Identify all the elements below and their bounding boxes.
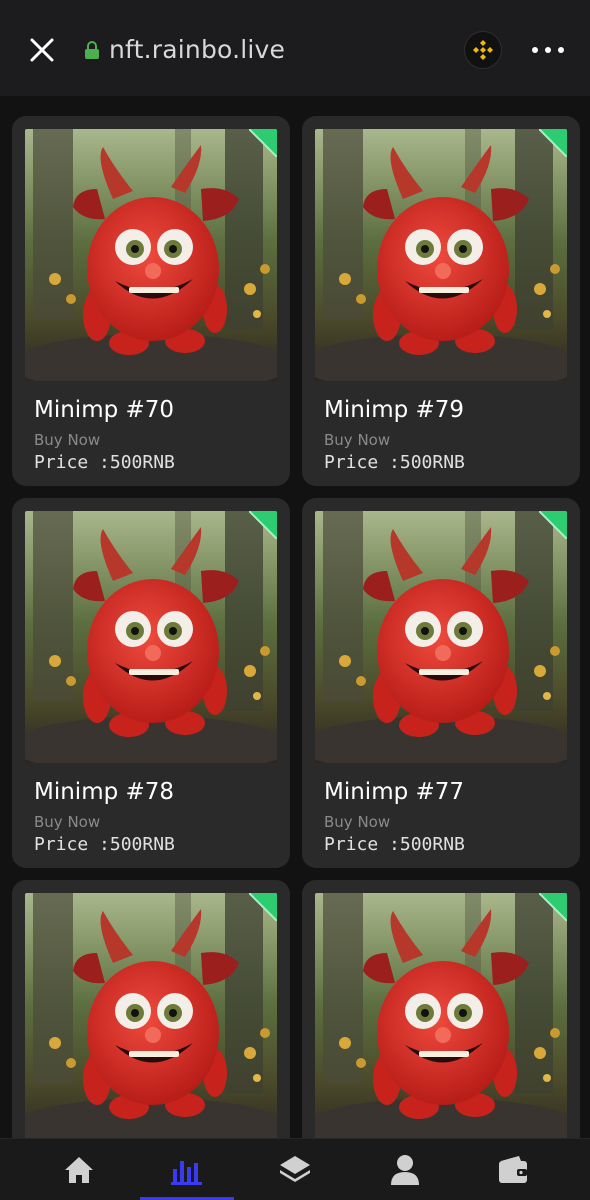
browser-toolbar: nft.rainbo.live [0,0,590,96]
home-icon[interactable] [20,1139,138,1200]
menu-dot [558,47,564,53]
buy-now-label[interactable]: Buy Now [324,431,390,449]
buy-now-label[interactable]: Buy Now [34,813,100,831]
nft-title: Minimp #70 [34,397,175,423]
bottom-navigation [0,1138,590,1200]
wallet-icon[interactable] [454,1139,572,1200]
nft-image[interactable] [315,511,567,763]
menu-dot [532,47,538,53]
nft-image[interactable] [315,893,567,1138]
user-icon[interactable] [346,1139,464,1200]
corner-badge-icon [539,893,567,921]
nft-card[interactable]: Minimp #78 Buy Now Price :500RNB [12,498,290,868]
nft-card[interactable]: Minimp #77 Buy Now Price :500RNB [302,498,580,868]
close-icon[interactable] [24,32,60,68]
nft-title: Minimp #79 [324,397,465,423]
nft-price: Price :500RNB [324,834,465,855]
corner-badge-icon [249,511,277,539]
nft-price: Price :500RNB [324,452,465,473]
corner-badge-icon [539,511,567,539]
buy-now-label[interactable]: Buy Now [324,813,390,831]
buy-now-label[interactable]: Buy Now [34,431,100,449]
nft-card[interactable]: Minimp #79 Buy Now Price :500RNB [302,116,580,486]
layers-icon[interactable] [236,1139,354,1200]
corner-badge-icon [249,129,277,157]
nft-price: Price :500RNB [34,834,175,855]
nft-title: Minimp #78 [34,779,175,805]
menu-dot [545,47,551,53]
nft-card[interactable] [302,880,580,1138]
nft-card[interactable] [12,880,290,1138]
nft-image[interactable] [315,129,567,381]
corner-badge-icon [249,893,277,921]
corner-badge-icon [539,129,567,157]
bnb-icon[interactable] [464,31,502,69]
nft-title: Minimp #77 [324,779,465,805]
lock-icon [84,40,100,60]
address-bar-url[interactable]: nft.rainbo.live [109,35,285,64]
nft-image[interactable] [25,511,277,763]
nft-image[interactable] [25,893,277,1138]
nft-card[interactable]: Minimp #70 Buy Now Price :500RNB [12,116,290,486]
more-horizontal-icon[interactable] [528,36,568,64]
nft-grid: Minimp #70 Buy Now Price :500RNB Minimp … [0,96,590,1138]
nft-price: Price :500RNB [34,452,175,473]
chart-icon[interactable] [128,1139,246,1200]
nft-image[interactable] [25,129,277,381]
